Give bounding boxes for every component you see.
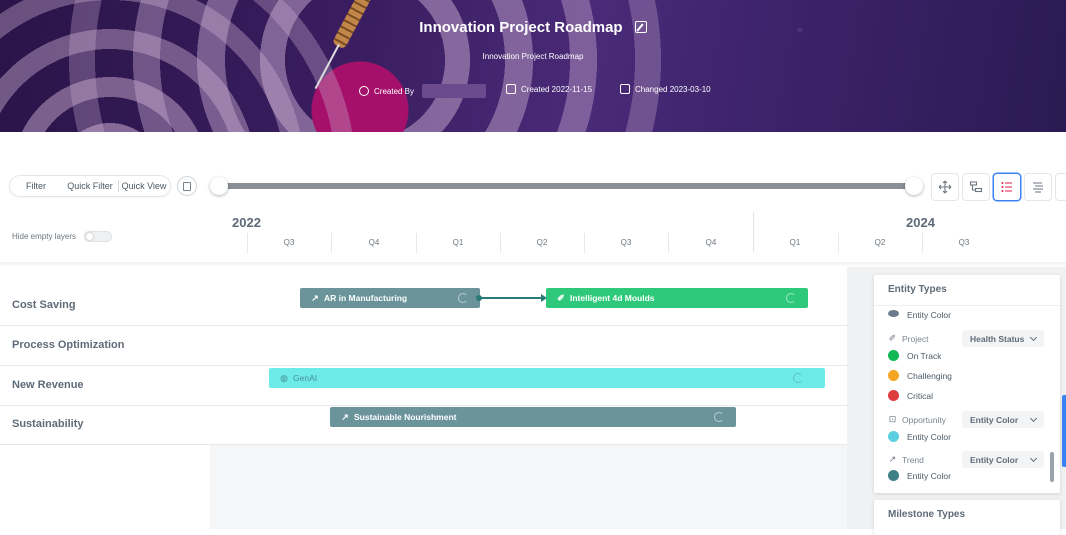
trend-icon: ↗ (888, 454, 897, 464)
quarter-label: Q3 (283, 238, 295, 247)
roadmap-subtitle: Innovation Project Roadmap (482, 52, 584, 61)
quarter-label: Q2 (874, 238, 886, 247)
hide-empty-layers: Hide empty layers (12, 231, 113, 242)
row-label-process-optimization[interactable]: Process Optimization (12, 339, 124, 351)
pin-icon: ✐ (557, 292, 565, 303)
hierarchy-view-button[interactable] (963, 174, 989, 200)
hierarchy-icon (969, 181, 983, 193)
filter-button[interactable]: Filter (10, 181, 62, 191)
side-panel-tab[interactable] (1062, 395, 1066, 467)
entity-types-panel: Entity Types Entity Color ✐ Project Heal… (874, 275, 1060, 493)
creator-name-redacted (422, 84, 487, 98)
opportunity-icon: ◍ (280, 372, 288, 383)
pin-icon: ✐ (888, 333, 897, 343)
chevron-left-icon (1062, 180, 1066, 194)
project-color-select[interactable]: Health Status (962, 330, 1044, 347)
legend-trend-color: Entity Color (888, 470, 951, 481)
trend-icon: ↗ (311, 292, 319, 303)
chevron-down-icon (1029, 333, 1038, 341)
quarter-label: Q1 (452, 238, 464, 247)
quarter-label: Q3 (958, 238, 970, 247)
created-by: Created By (359, 84, 487, 98)
row-label-cost-saving[interactable]: Cost Saving (12, 299, 76, 311)
edit-icon[interactable] (634, 21, 647, 33)
opportunity-color-select[interactable]: Entity Color (962, 411, 1044, 428)
quarter-label: Q4 (705, 238, 717, 247)
dart-illustration (308, 0, 373, 94)
save-view-icon[interactable] (178, 177, 196, 195)
fit-view-button[interactable] (932, 174, 958, 200)
row-label-new-revenue[interactable]: New Revenue (12, 379, 84, 391)
milestone-types-title: Milestone Types (888, 509, 966, 520)
slider-start-handle[interactable] (210, 177, 228, 195)
row-label-sustainability[interactable]: Sustainability (12, 418, 84, 430)
header-banner: Innovation Project Roadmap Innovation Pr… (0, 0, 1066, 132)
move-icon (938, 180, 952, 194)
legend-trend-type: ↗ Trend (888, 454, 924, 465)
legend-opportunity-color: Entity Color (888, 431, 951, 442)
hide-empty-toggle[interactable] (84, 231, 113, 242)
legend-project-type: ✐ Project (888, 333, 929, 344)
legend-opportunity-type: ⊡ Opportunity (888, 414, 946, 425)
history-icon (620, 84, 630, 94)
dependency-arrow (476, 294, 547, 302)
legend-on-track: On Track (888, 350, 941, 361)
list-icon (1001, 182, 1012, 192)
gantt-view-button[interactable] (1025, 174, 1051, 200)
legend-scrollbar[interactable] (1050, 452, 1054, 482)
quarter-label: Q3 (620, 238, 632, 247)
legend-title: Entity Types (888, 284, 947, 295)
toolbar: Filter Quick Filter Quick View (0, 172, 1066, 200)
trend-bar-sustainable-nourishment[interactable]: ↗ Sustainable Nourishment (330, 407, 736, 427)
legend-challenging: Challenging (888, 370, 952, 381)
quick-view-button[interactable]: Quick View (119, 181, 169, 191)
time-range-slider[interactable] (215, 183, 915, 189)
created-date: Created 2022-11-15 (506, 84, 592, 94)
refresh-icon (793, 373, 803, 383)
refresh-icon (786, 293, 796, 303)
roadmap-title-text: Innovation Project Roadmap (419, 19, 623, 36)
lines-icon (1033, 182, 1043, 193)
refresh-icon (458, 293, 468, 303)
quarter-label: Q2 (536, 238, 548, 247)
chevron-down-icon (1029, 414, 1038, 422)
legend-critical: Critical (888, 390, 933, 401)
user-icon (359, 86, 369, 96)
opportunity-bar-genai[interactable]: ◍ GenAI (269, 368, 825, 388)
year-label: 2024 (906, 215, 935, 230)
opportunity-icon: ⊡ (888, 414, 897, 424)
trend-icon: ↗ (341, 411, 349, 422)
filter-pill: Filter Quick Filter Quick View (10, 176, 170, 196)
changed-date: Changed 2023-03-10 (620, 84, 711, 94)
year-label: 2022 (232, 215, 261, 230)
chevron-down-icon (1029, 454, 1038, 462)
quarter-label: Q4 (368, 238, 380, 247)
collapse-panel-button[interactable] (1056, 174, 1066, 200)
trend-bar-ar-in-manufacturing[interactable]: ↗ AR in Manufacturing (300, 288, 480, 308)
trend-color-select[interactable]: Entity Color (962, 451, 1044, 468)
calendar-icon (506, 84, 516, 94)
project-bar-intelligent-4d-moulds[interactable]: ✐ Intelligent 4d Moulds (546, 288, 808, 308)
slider-end-handle[interactable] (905, 177, 923, 195)
quick-filter-button[interactable]: Quick Filter (62, 181, 118, 191)
list-view-button[interactable] (994, 174, 1020, 200)
refresh-icon (714, 412, 724, 422)
roadmap-title: Innovation Project Roadmap (0, 19, 1066, 36)
legend-entity-color: Entity Color (888, 309, 951, 320)
milestone-types-panel[interactable]: Milestone Types (874, 500, 1060, 535)
quarter-label: Q1 (789, 238, 801, 247)
